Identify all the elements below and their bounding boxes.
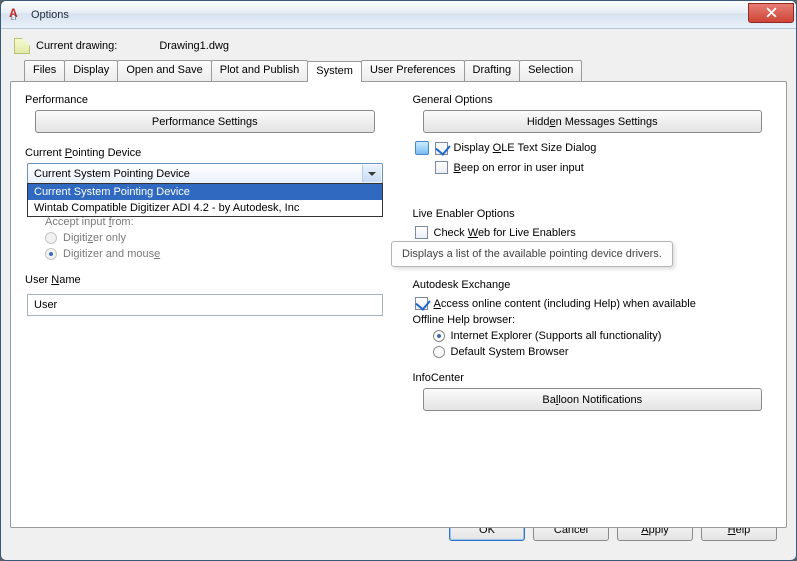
current-drawing-row: Current drawing: Drawing1.dwg [14,38,783,54]
radio-icon [45,248,57,260]
radio-icon [433,330,445,342]
pointing-device-list: Current System Pointing Device Wintab Co… [27,183,383,217]
beep-row[interactable]: Beep on error in user input [415,161,775,174]
check-web-label: Check Web for Live Enablers [434,227,576,239]
tab-files[interactable]: Files [24,60,65,81]
tab-system[interactable]: System [307,61,362,82]
radio-ie-label: Internet Explorer (Supports all function… [451,330,662,342]
tab-user-preferences[interactable]: User Preferences [361,60,465,81]
accept-input-label: Accept input from: [45,216,387,228]
username-label: User Name [25,274,387,286]
general-options-label: General Options [413,94,775,106]
radio-label: Digitizer only [63,232,126,244]
access-online-label: Access online content (including Help) w… [434,298,696,310]
pointing-device-display[interactable]: Current System Pointing Device [27,163,383,184]
setting-icon [415,141,429,155]
tab-drafting[interactable]: Drafting [464,60,521,81]
radio-label: Digitizer and mouse [63,248,160,260]
performance-group-label: Performance [25,94,387,106]
check-web-row[interactable]: Check Web for Live Enablers [415,226,775,239]
checkbox-icon[interactable] [435,142,448,155]
access-online-row[interactable]: Access online content (including Help) w… [415,297,775,310]
client-area: Current drawing: Drawing1.dwg Files Disp… [10,34,787,551]
hidden-messages-button[interactable]: Hidden Messages Settings [423,110,763,133]
tab-display[interactable]: Display [64,60,118,81]
radio-ie[interactable]: Internet Explorer (Supports all function… [433,330,775,342]
performance-settings-button[interactable]: Performance Settings [35,110,375,133]
pointing-device-option-1[interactable]: Wintab Compatible Digitizer ADI 4.2 - by… [28,200,382,216]
tab-selection[interactable]: Selection [519,60,582,81]
current-drawing-label: Current drawing: [36,40,117,52]
dwg-icon [14,38,30,54]
pointing-device-label: Current Pointing Device [25,147,387,159]
tab-open-and-save[interactable]: Open and Save [117,60,211,81]
chevron-down-icon [368,172,376,180]
radio-icon [433,346,445,358]
beep-label: Beep on error in user input [454,162,584,174]
options-window: Options Current drawing: Drawing1.dwg Fi… [0,0,797,561]
pointing-device-option-0[interactable]: Current System Pointing Device [28,184,382,200]
username-input[interactable] [27,294,383,316]
checkbox-icon[interactable] [435,161,448,174]
infocenter-label: InfoCenter [413,372,775,384]
checkbox-icon[interactable] [415,226,428,239]
display-ole-row[interactable]: Display OLE Text Size Dialog [415,141,775,155]
display-ole-label: Display OLE Text Size Dialog [454,142,597,154]
tooltip: Displays a list of the available pointin… [391,241,673,267]
pointing-device-value: Current System Pointing Device [34,168,190,180]
radio-default-label: Default System Browser [451,346,569,358]
pointing-device-dropdown[interactable]: Current System Pointing Device Current S… [27,163,383,184]
offline-help-label: Offline Help browser: [413,314,775,326]
tab-panel-system: Performance Performance Settings Current… [10,81,787,528]
radio-default-browser[interactable]: Default System Browser [433,346,775,358]
tab-plot-and-publish[interactable]: Plot and Publish [211,60,309,81]
radio-digitizer-only: Digitizer only [45,232,387,244]
app-icon [9,7,25,23]
left-column: Performance Performance Settings Current… [23,92,387,517]
exchange-label: Autodesk Exchange [413,279,775,291]
close-button[interactable] [748,3,794,23]
right-column: General Options Hidden Messages Settings… [411,92,775,517]
titlebar: Options [1,1,796,29]
radio-digitizer-and-mouse: Digitizer and mouse [45,248,387,260]
close-icon [766,7,777,18]
window-title: Options [31,9,69,21]
tab-strip: Files Display Open and Save Plot and Pub… [24,60,787,81]
current-drawing-name: Drawing1.dwg [159,40,229,52]
radio-icon [45,232,57,244]
live-enabler-label: Live Enabler Options [413,208,775,220]
balloon-notifications-button[interactable]: Balloon Notifications [423,388,763,411]
checkbox-icon[interactable] [415,297,428,310]
